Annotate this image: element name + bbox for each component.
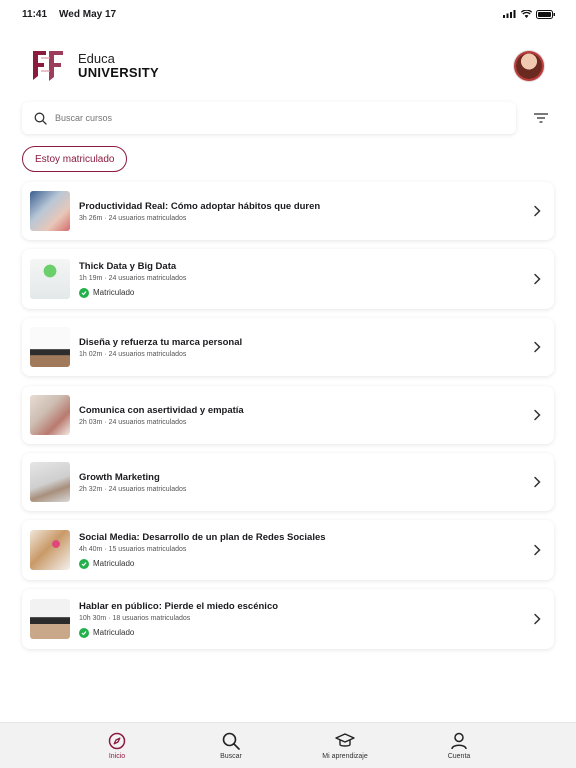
course-title: Diseña y refuerza tu marca personal (79, 336, 243, 348)
course-thumbnail (30, 599, 70, 639)
course-title: Comunica con asertividad y empatía (79, 404, 244, 416)
status-time: 11:41 (22, 8, 48, 20)
wifi-icon (521, 10, 532, 18)
tab-label: Mi aprendizaje (322, 752, 368, 760)
check-circle-icon (79, 558, 89, 569)
tab-cuenta[interactable]: Cuenta (419, 732, 499, 760)
search-icon (34, 112, 47, 125)
course-card[interactable]: Hablar en público: Pierde el miedo escén… (22, 589, 554, 649)
brand: Educa UNIVERSITY (30, 49, 159, 83)
brand-name-line1: Educa (78, 51, 115, 66)
course-card[interactable]: Social Media: Desarrollo de un plan de R… (22, 520, 554, 580)
course-thumbnail (30, 259, 70, 299)
course-meta: 4h 40m · 15 usuarios matriculados (79, 545, 187, 553)
course-thumbnail (30, 395, 70, 435)
tab-label: Cuenta (447, 752, 471, 760)
chevron-right-icon (534, 476, 541, 488)
filter-icon (534, 113, 548, 123)
course-title: Productividad Real: Cómo adoptar hábitos… (79, 200, 321, 212)
search-row (22, 102, 554, 134)
chevron-right-icon (534, 409, 541, 421)
search-input[interactable] (55, 113, 504, 123)
enrolled-filter-chip[interactable]: Estoy matriculado (22, 146, 128, 172)
course-thumbnail (30, 191, 70, 231)
tab-mi-aprendizaje[interactable]: Mi aprendizaje (305, 732, 385, 760)
header: Educa UNIVERSITY (30, 46, 544, 86)
course-thumbnail (30, 462, 70, 502)
enrolled-label: Matriculado (93, 288, 135, 297)
tab-buscar[interactable]: Buscar (191, 732, 271, 760)
course-title: Social Media: Desarrollo de un plan de R… (79, 531, 326, 543)
chevron-right-icon (534, 273, 541, 285)
course-title: Hablar en público: Pierde el miedo escén… (79, 600, 279, 612)
battery-icon (536, 9, 555, 19)
person-icon (451, 732, 467, 749)
course-meta: 2h 03m · 24 usuarios matriculados (79, 418, 187, 426)
educa-logo-icon (33, 51, 63, 81)
course-card[interactable]: Thick Data y Big Data 1h 19m · 24 usuari… (22, 249, 554, 309)
course-meta: 1h 19m · 24 usuarios matriculados (79, 274, 187, 282)
course-title: Growth Marketing (79, 471, 160, 483)
enrolled-label: Matriculado (93, 559, 135, 568)
bottom-tab-bar: Inicio Buscar Mi aprendizaje Cuenta (0, 722, 576, 768)
course-card[interactable]: Productividad Real: Cómo adoptar hábitos… (22, 182, 554, 240)
course-card[interactable]: Comunica con asertividad y empatía 2h 03… (22, 386, 554, 444)
course-meta: 2h 32m · 24 usuarios matriculados (79, 485, 187, 493)
status-date: Wed May 17 (59, 8, 117, 20)
course-thumbnail (30, 327, 70, 367)
course-card[interactable]: Growth Marketing 2h 32m · 24 usuarios ma… (22, 453, 554, 511)
course-thumbnail (30, 530, 70, 570)
chevron-right-icon (534, 341, 541, 353)
enrolled-badge: Matriculado (79, 558, 530, 569)
chevron-right-icon (534, 544, 541, 556)
brand-name-line2: UNIVERSITY (78, 65, 160, 80)
search-box[interactable] (22, 102, 516, 134)
course-meta: 1h 02m · 24 usuarios matriculados (79, 350, 187, 358)
course-card[interactable]: Diseña y refuerza tu marca personal 1h 0… (22, 318, 554, 376)
tab-inicio[interactable]: Inicio (77, 732, 157, 760)
search-icon (222, 732, 240, 750)
check-circle-icon (79, 287, 89, 298)
chevron-right-icon (534, 613, 541, 625)
course-meta: 10h 30m · 18 usuarios matriculados (79, 614, 191, 622)
enrolled-badge: Matriculado (79, 287, 530, 298)
course-meta: 3h 26m · 24 usuarios matriculados (79, 214, 187, 222)
graduation-cap-icon (335, 732, 355, 747)
signal-icon (503, 10, 516, 18)
compass-icon (108, 732, 126, 749)
enrolled-label: Matriculado (93, 628, 135, 637)
status-bar: 11:41 Wed May 17 (0, 0, 576, 28)
chevron-right-icon (534, 205, 541, 217)
course-title: Thick Data y Big Data (79, 260, 177, 272)
enrolled-badge: Matriculado (79, 627, 530, 638)
tab-label: Buscar (220, 752, 242, 760)
filter-button[interactable] (528, 105, 554, 131)
check-circle-icon (79, 627, 89, 638)
avatar[interactable] (514, 51, 544, 81)
tab-label: Inicio (108, 752, 126, 760)
